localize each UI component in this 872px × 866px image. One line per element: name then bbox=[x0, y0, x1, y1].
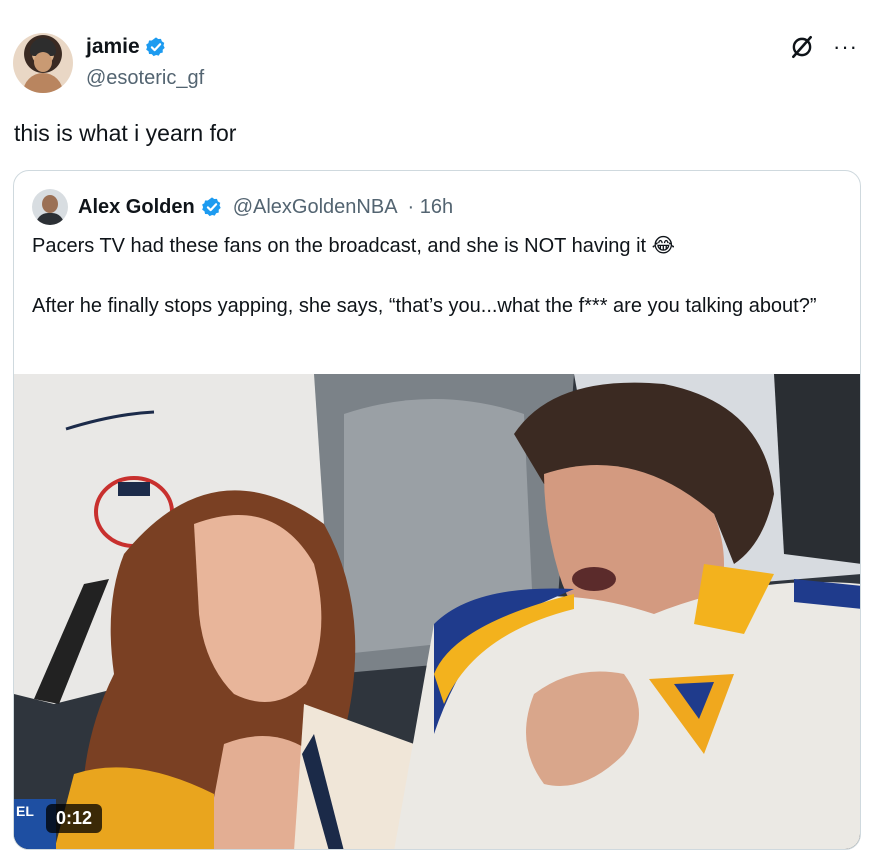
tweet: jamie @esoteric_gf ··· this is what i ye… bbox=[0, 0, 872, 866]
quoted-text: Pacers TV had these fans on the broadcas… bbox=[32, 235, 817, 317]
quoted-author-handle[interactable]: @AlexGoldenNBA bbox=[233, 196, 398, 219]
author-name[interactable]: jamie bbox=[86, 34, 140, 60]
top-actions: ··· bbox=[789, 34, 858, 60]
quoted-timestamp[interactable]: · 16h bbox=[408, 196, 454, 219]
quoted-author-avatar[interactable] bbox=[32, 189, 68, 225]
video-frame bbox=[14, 374, 860, 849]
author-name-row: jamie bbox=[86, 34, 167, 60]
quoted-header: Alex Golden @AlexGoldenNBA · 16h bbox=[32, 189, 453, 225]
grok-icon[interactable] bbox=[789, 34, 815, 60]
author-handle[interactable]: @esoteric_gf bbox=[86, 66, 204, 90]
video-player[interactable]: EL 0:12 bbox=[14, 374, 860, 849]
author-avatar[interactable] bbox=[13, 33, 73, 93]
verified-badge-icon bbox=[145, 37, 165, 57]
quoted-author-name[interactable]: Alex Golden bbox=[78, 196, 195, 219]
verified-badge-icon bbox=[201, 197, 221, 217]
more-options-icon[interactable]: ··· bbox=[833, 36, 858, 58]
video-duration: 0:12 bbox=[46, 804, 103, 833]
tweet-text: this is what i yearn for bbox=[14, 120, 237, 146]
quoted-tweet[interactable]: Alex Golden @AlexGoldenNBA · 16h Pacers … bbox=[13, 170, 861, 850]
